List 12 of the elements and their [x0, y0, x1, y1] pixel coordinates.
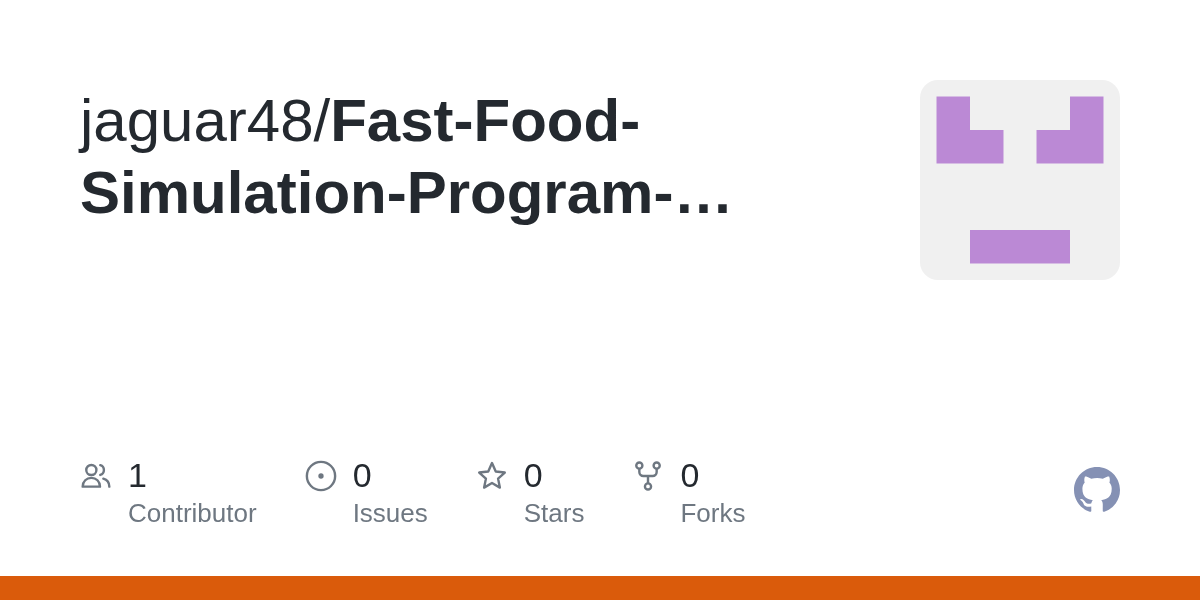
stat-label: Forks: [680, 498, 746, 528]
star-icon: [475, 460, 508, 492]
repo-title: jaguar48/Fast-Food-Simulation-Program-…: [80, 86, 735, 228]
stat-label: Stars: [523, 498, 585, 528]
stat-label: Issues: [352, 498, 428, 528]
stat-count: 0: [352, 460, 373, 490]
stat-count: 0: [523, 460, 544, 490]
cat-logo-icon: [1074, 467, 1120, 513]
stat-count: 1: [128, 460, 148, 490]
stat-count: 0: [680, 460, 701, 490]
issue-icon: [304, 460, 337, 492]
stat-label: Contributor: [128, 498, 257, 528]
